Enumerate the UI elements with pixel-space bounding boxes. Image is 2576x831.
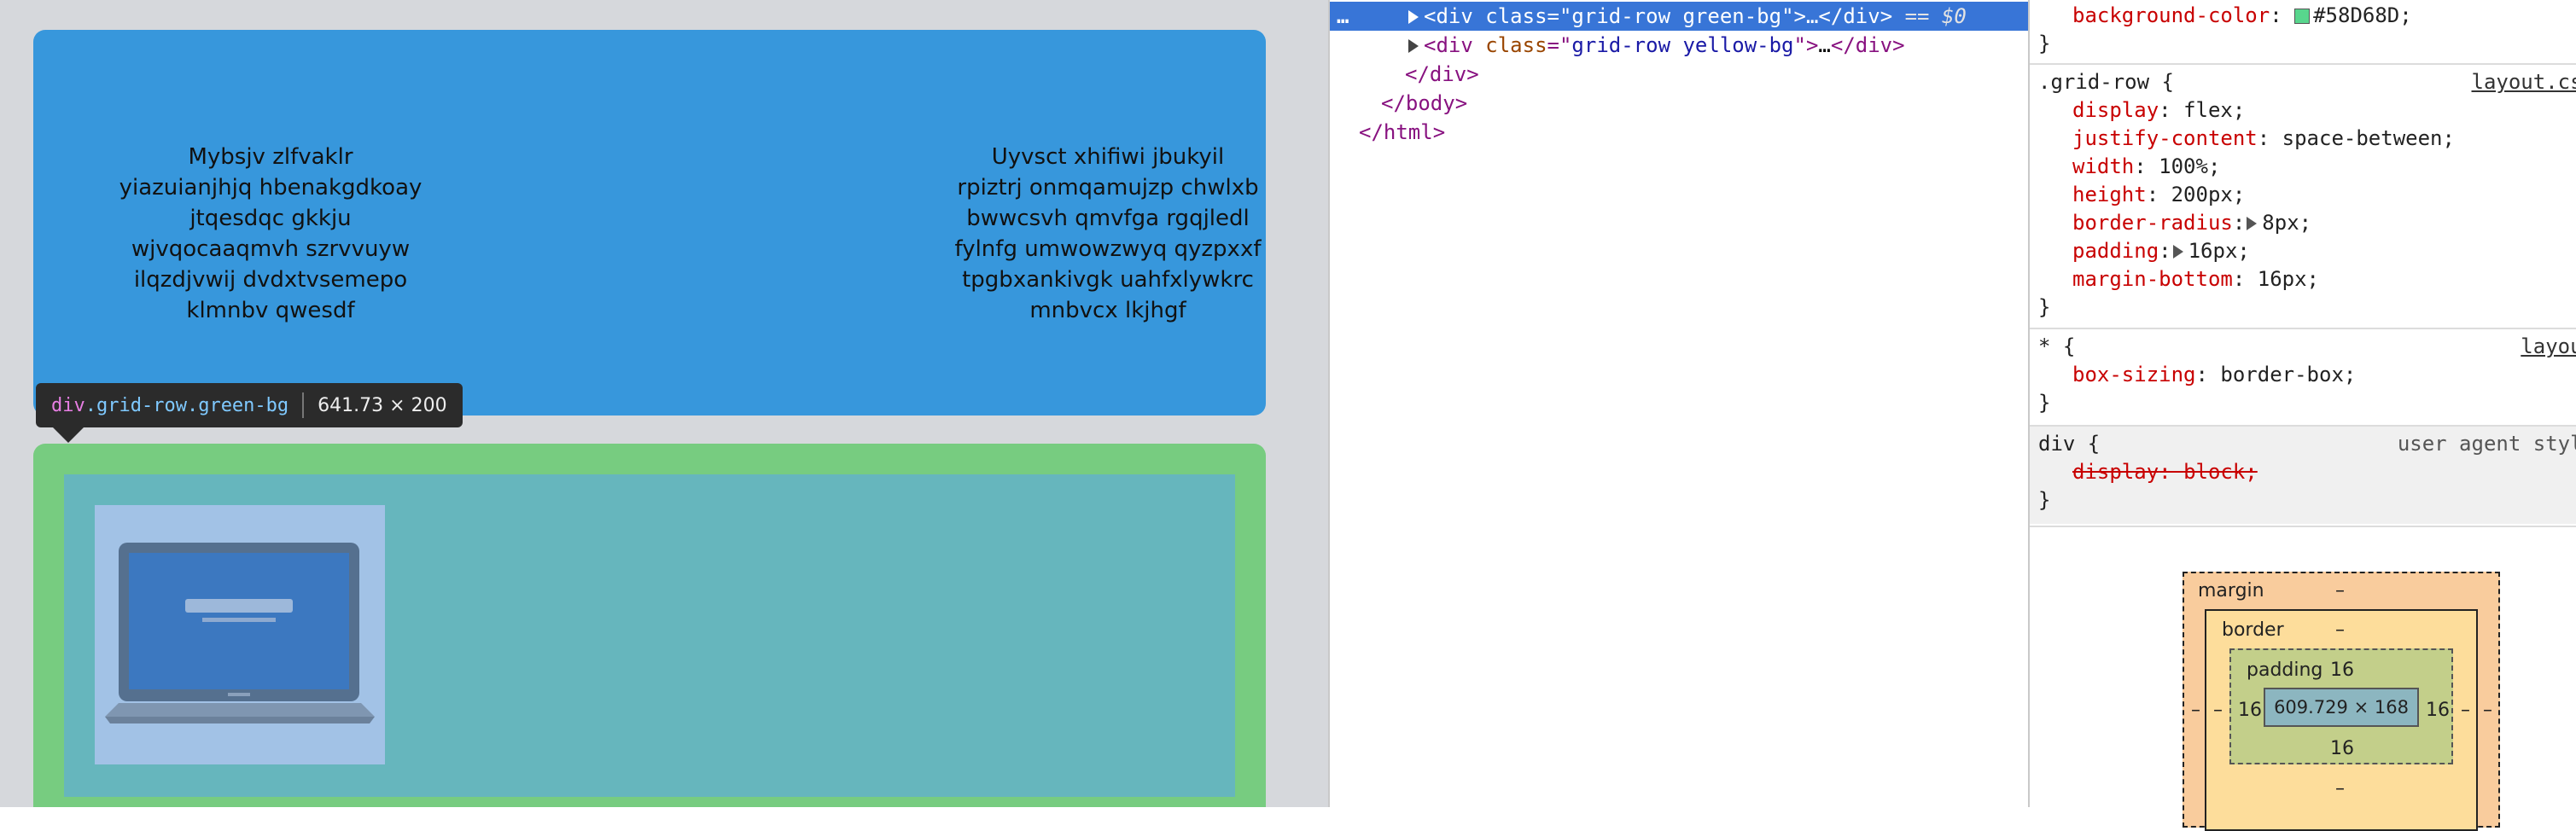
selected-node-marker: == $0 — [1905, 4, 1967, 28]
dom-close-body[interactable]: </body> — [1381, 89, 1467, 118]
row-text-left: Mybsjv zlfvaklr yiazuianjhjq hbenakgdkoa… — [87, 142, 454, 338]
box-model-content[interactable]: 609.729 × 168 — [2264, 688, 2419, 727]
row-text-right: Uyvsct xhifiwi jbukyil rpiztrj onmqamujz… — [924, 142, 1291, 338]
expand-shorthand-icon[interactable] — [2247, 217, 2257, 230]
rule-selector[interactable]: .grid-row { — [2038, 68, 2174, 96]
rule-source-link[interactable]: layout — [2521, 333, 2576, 361]
rule-close-brace: } — [2038, 30, 2050, 58]
box-model-margin-top: – — [2335, 580, 2345, 601]
box-model-margin-left: – — [2191, 700, 2200, 721]
dom-node-grid-row-green[interactable]: … <div class="grid-row green-bg">…</div>… — [1330, 2, 2030, 31]
rule-source-label: user agent style — [2398, 430, 2576, 458]
style-rule-green-bg: background-color: #58D68D; } — [2030, 2, 2576, 61]
box-model-border-left: – — [2213, 700, 2223, 721]
rule-divider — [2030, 328, 2576, 329]
box-model-padding-label: padding — [2247, 660, 2322, 681]
dom-close-div[interactable]: </div> — [1405, 60, 1479, 89]
node-collapsed-ellipsis[interactable]: … — [1806, 4, 1818, 28]
box-model-padding-bottom: 16 — [2330, 738, 2354, 759]
style-decl-background-color[interactable]: background-color: #58D68D; — [2072, 2, 2412, 30]
expand-triangle-icon[interactable] — [1408, 10, 1419, 24]
grid-row-blue: Mybsjv zlfvaklr yiazuianjhjq hbenakgdkoa… — [33, 30, 1266, 416]
rule-close-brace: } — [2038, 389, 2050, 417]
laptop-image — [95, 505, 385, 764]
box-model-border-bottom: – — [2335, 778, 2345, 799]
style-decl[interactable]: height: 200px; — [2072, 181, 2245, 209]
tooltip-dimensions: 641.73 × 200 — [318, 395, 446, 416]
node-collapsed-ellipsis[interactable]: … — [1818, 33, 1830, 57]
style-decl[interactable]: display: flex; — [2072, 96, 2245, 125]
style-decl-overridden: display: block; — [2072, 458, 2258, 486]
box-model-content-size: 609.729 × 168 — [2274, 697, 2409, 718]
style-rule-universal: * { layout box-sizing: border-box; } — [2030, 333, 2576, 421]
style-decl[interactable]: margin-bottom: 16px; — [2072, 265, 2319, 293]
node-attr-value: grid-row green-bg — [1571, 4, 1781, 28]
style-decl[interactable]: box-sizing: border-box; — [2072, 361, 2356, 389]
rule-close-brace: } — [2038, 486, 2050, 514]
rule-divider — [2030, 63, 2576, 65]
style-decl[interactable]: justify-content: space-between; — [2072, 125, 2455, 153]
box-model-padding-right: 16 — [2426, 700, 2450, 721]
elements-panel: … <div class="grid-row green-bg">…</div>… — [1328, 0, 2028, 807]
style-decl[interactable]: width: 100%; — [2072, 153, 2220, 181]
box-model-padding-left: 16 — [2238, 700, 2262, 721]
style-decl[interactable]: border-radius:8px; — [2072, 209, 2311, 237]
box-model-margin-label: margin — [2198, 580, 2264, 601]
color-value: #58D68D — [2313, 3, 2399, 27]
box-model-padding-top: 16 — [2330, 660, 2354, 681]
style-decl[interactable]: padding:16px; — [2072, 237, 2250, 265]
node-tag: div — [1436, 4, 1472, 28]
rule-source-link[interactable]: layout.css — [2472, 68, 2576, 96]
expand-triangle-icon[interactable] — [1408, 39, 1419, 53]
rule-selector: div { — [2038, 430, 2100, 458]
page-viewport: Mybsjv zlfvaklr yiazuianjhjq hbenakgdkoa… — [0, 0, 1328, 807]
grid-row-green-bg[interactable] — [33, 444, 1266, 807]
expand-shorthand-icon[interactable] — [2173, 245, 2183, 259]
tooltip-separator — [302, 392, 304, 418]
rule-selector[interactable]: * { — [2038, 333, 2075, 361]
tooltip-tag: div — [51, 395, 85, 416]
node-attr-name: class — [1485, 4, 1547, 28]
style-rule-grid-row: .grid-row { layout.css display: flex; ju… — [2030, 68, 2576, 324]
element-inspect-tooltip: div.grid-row.green-bg 641.73 × 200 — [36, 383, 463, 427]
box-model-border-right: – — [2461, 700, 2470, 721]
tooltip-arrow — [53, 427, 84, 443]
dom-close-html[interactable]: </html> — [1359, 118, 1445, 147]
box-model-margin-right: – — [2483, 700, 2492, 721]
laptop-icon — [95, 505, 385, 764]
grid-row-content-highlight — [64, 474, 1235, 797]
box-model-border-top: – — [2335, 619, 2345, 641]
color-swatch-icon[interactable] — [2294, 9, 2310, 24]
rule-close-brace: } — [2038, 293, 2050, 322]
style-rule-user-agent-div: div { user agent style display: block; } — [2030, 427, 2576, 524]
tooltip-classes: .grid-row.green-bg — [85, 395, 288, 416]
node-actions-ellipsis[interactable]: … — [1337, 2, 1349, 31]
box-model-border-label: border — [2222, 619, 2284, 641]
rule-divider — [2030, 526, 2576, 527]
